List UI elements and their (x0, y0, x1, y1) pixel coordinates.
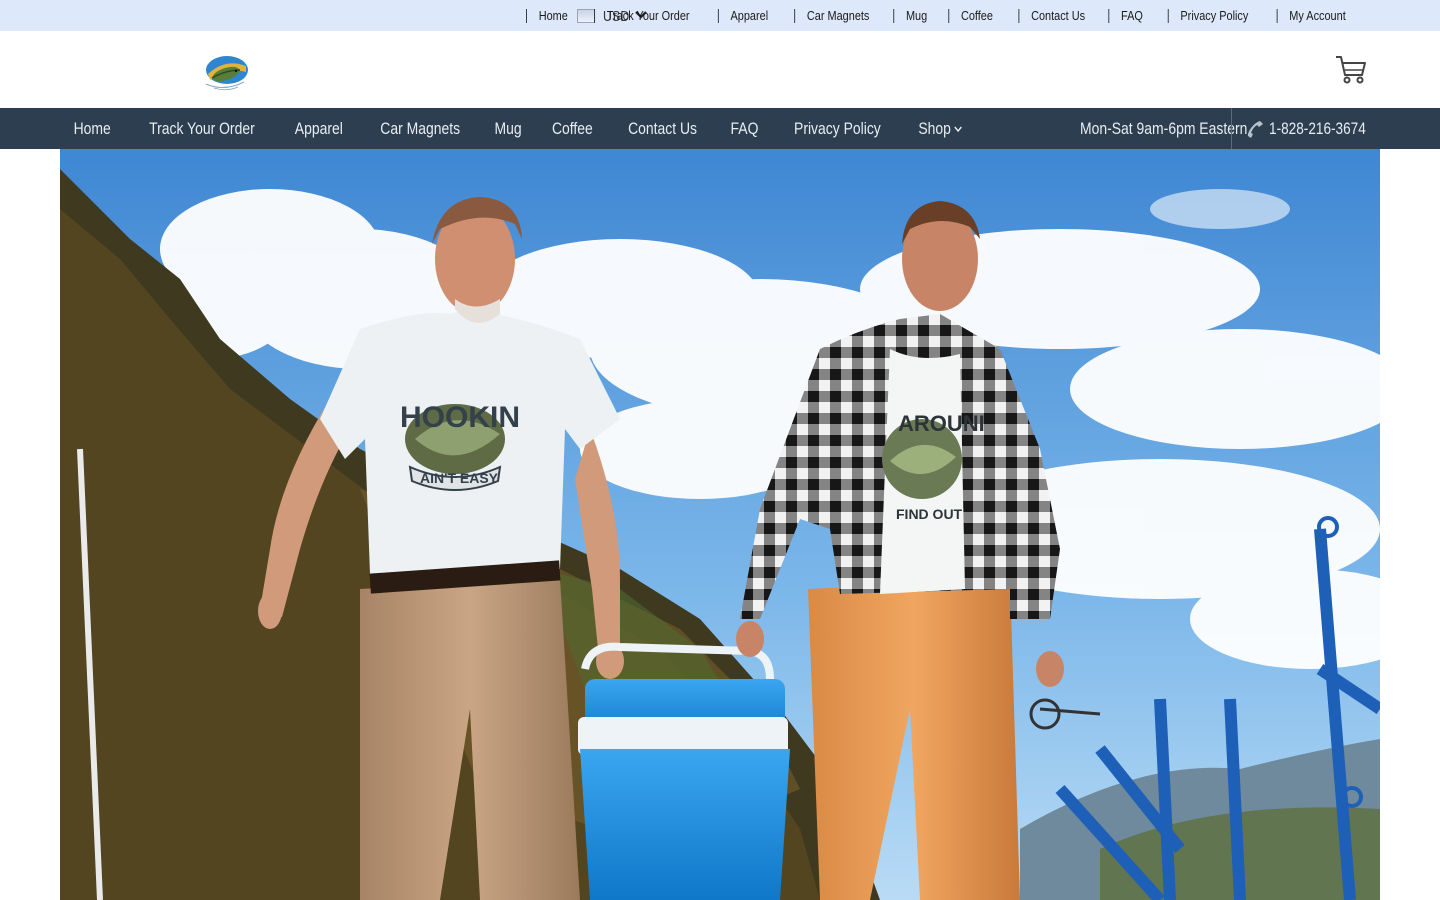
shirt-right-subtitle: FIND OUT (896, 506, 963, 522)
top-utility-bar: USD Home Track Your Order Apparel Car Ma… (0, 0, 1440, 31)
business-hours: Mon-Sat 9am-6pm Eastern (1080, 118, 1248, 138)
nav-track-order[interactable]: Track Your Order (140, 119, 264, 139)
chevron-down-icon (954, 125, 962, 132)
top-link-coffee[interactable]: Coffee (948, 8, 1005, 23)
top-link-privacy[interactable]: Privacy Policy (1167, 8, 1260, 23)
shirt-right-title: AROUNI (898, 411, 985, 436)
top-link-contact[interactable]: Contact Us (1018, 8, 1096, 23)
nav-apparel[interactable]: Apparel (286, 119, 353, 139)
header-logo-row (0, 31, 1440, 108)
hero-photo: HOOKIN AIN'T EASY AROUNI FIND OUT (60, 149, 1380, 900)
nav-home[interactable]: Home (64, 119, 120, 139)
phone-number: 1-828-216-3674 (1269, 118, 1366, 138)
top-links: Home Track Your Order Apparel Car Magnet… (521, 0, 1365, 31)
store-logo[interactable] (200, 52, 250, 94)
top-link-home[interactable]: Home (525, 8, 579, 23)
top-link-faq[interactable]: FAQ (1108, 8, 1154, 23)
nav-divider (1231, 108, 1232, 149)
nav-contact[interactable]: Contact Us (619, 119, 707, 139)
nav-mug[interactable]: Mug (485, 119, 531, 139)
main-navigation: Home Track Your Order Apparel Car Magnet… (0, 108, 1440, 149)
phone-contact[interactable]: 1-828-216-3674 (1245, 108, 1390, 149)
hero-banner: HOOKIN AIN'T EASY AROUNI FIND OUT (60, 149, 1380, 900)
nav-privacy[interactable]: Privacy Policy (785, 119, 891, 139)
top-link-apparel[interactable]: Apparel (717, 8, 780, 23)
cooler (578, 642, 790, 900)
top-link-track-order[interactable]: Track Your Order (594, 8, 702, 23)
shirt-left-title: HOOKIN (400, 401, 520, 434)
shirt-left-subtitle: AIN'T EASY (420, 470, 499, 486)
nav-coffee[interactable]: Coffee (543, 119, 603, 139)
top-link-car-magnets[interactable]: Car Magnets (794, 8, 881, 23)
cart-icon[interactable] (1335, 55, 1367, 85)
nav-car-magnets[interactable]: Car Magnets (371, 119, 470, 139)
top-link-my-account[interactable]: My Account (1276, 8, 1357, 23)
nav-shop[interactable]: Shop (909, 119, 972, 139)
nav-faq[interactable]: FAQ (721, 119, 768, 139)
nav-shop-label: Shop (918, 118, 951, 138)
top-link-mug[interactable]: Mug (893, 8, 940, 23)
phone-icon (1247, 120, 1263, 138)
